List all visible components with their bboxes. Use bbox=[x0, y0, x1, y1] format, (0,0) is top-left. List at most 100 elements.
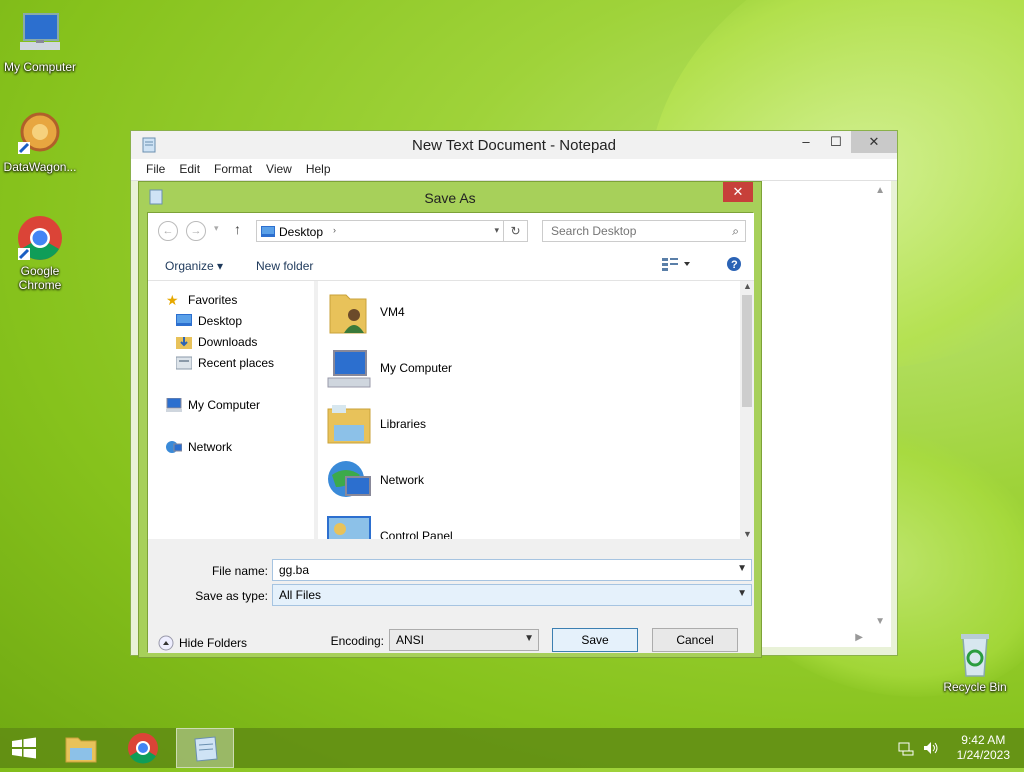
desktop-icon-recycle-bin[interactable]: Recycle Bin bbox=[935, 630, 1015, 694]
scroll-right-icon[interactable]: ▶ bbox=[855, 632, 863, 643]
scroll-up-icon[interactable]: ▲ bbox=[875, 185, 885, 196]
nav-network[interactable]: Network bbox=[166, 440, 232, 454]
desktop-icon-label: DataWagon... bbox=[3, 160, 77, 174]
notepad-text-area[interactable]: ▲ ▼ ▶ bbox=[761, 181, 891, 647]
up-arrow-icon[interactable]: ↑ bbox=[234, 221, 241, 237]
scroll-down-icon[interactable]: ▼ bbox=[875, 616, 885, 627]
libraries-icon bbox=[326, 401, 372, 447]
menu-format[interactable]: Format bbox=[207, 159, 259, 180]
notepad-title: New Text Document - Notepad bbox=[412, 137, 616, 154]
save-type-label: Save as type: bbox=[195, 589, 268, 603]
view-options-icon[interactable] bbox=[662, 257, 692, 274]
recent-places-icon bbox=[175, 356, 193, 370]
close-button[interactable]: ✕ bbox=[851, 131, 897, 153]
nav-recent-places[interactable]: Recent places bbox=[175, 356, 274, 370]
clock-date: 1/24/2023 bbox=[956, 748, 1010, 762]
notepad-menubar: File Edit Format View Help bbox=[131, 159, 897, 181]
refresh-button[interactable]: ↻ bbox=[504, 220, 528, 242]
search-box[interactable]: ⌕ bbox=[542, 220, 746, 242]
vertical-scrollbar[interactable]: ▲ ▼ bbox=[740, 281, 754, 539]
chevron-down-icon[interactable]: ▼ bbox=[737, 588, 747, 599]
address-row: ← → ▾ ↑ Desktop › ▾ ↻ ⌕ bbox=[148, 213, 754, 249]
save-type-value: All Files bbox=[279, 588, 322, 602]
downloads-icon bbox=[176, 335, 192, 349]
hide-folders-button[interactable]: Hide Folders bbox=[158, 635, 247, 651]
list-item-network[interactable]: Network bbox=[326, 457, 424, 503]
volume-icon[interactable] bbox=[922, 740, 940, 759]
encoding-select[interactable]: ANSI ▼ bbox=[389, 629, 539, 651]
save-button[interactable]: Save bbox=[552, 628, 638, 652]
menu-help[interactable]: Help bbox=[299, 159, 338, 180]
search-input[interactable] bbox=[543, 221, 713, 241]
chevron-down-icon[interactable]: ▼ bbox=[524, 633, 534, 644]
notepad-titlebar[interactable]: New Text Document - Notepad – ☐ ✕ bbox=[131, 131, 897, 159]
list-item-libraries[interactable]: Libraries bbox=[326, 401, 426, 447]
recent-locations-icon[interactable]: ▾ bbox=[214, 223, 219, 234]
minimize-button[interactable]: – bbox=[791, 131, 821, 153]
svg-text:?: ? bbox=[731, 259, 738, 271]
maximize-button[interactable]: ☐ bbox=[821, 131, 851, 153]
nav-label: Downloads bbox=[198, 335, 258, 349]
organize-button[interactable]: Organize ▾ bbox=[165, 259, 223, 273]
taskbar-chrome[interactable] bbox=[114, 728, 172, 768]
taskbar: 9:42 AM 1/24/2023 bbox=[0, 728, 1024, 768]
list-item-label: Network bbox=[380, 473, 425, 487]
scrollbar-thumb[interactable] bbox=[742, 295, 752, 407]
save-as-titlebar[interactable]: Save As ✕ bbox=[139, 182, 761, 212]
nav-label: Favorites bbox=[188, 293, 238, 307]
save-as-title: Save As bbox=[424, 190, 476, 206]
chevron-up-icon bbox=[158, 635, 174, 651]
save-type-select[interactable]: All Files ▼ bbox=[272, 584, 752, 606]
chrome-icon bbox=[128, 733, 158, 764]
save-fields: File name: gg.ba ▼ Save as type: All Fil… bbox=[148, 539, 754, 653]
recycle-bin-icon bbox=[951, 630, 999, 678]
address-bar[interactable]: Desktop › ▾ bbox=[256, 220, 504, 242]
nav-downloads[interactable]: Downloads bbox=[176, 335, 257, 349]
desktop-icon-label: Google Chrome bbox=[18, 264, 62, 292]
computer-icon bbox=[166, 397, 182, 412]
taskbar-notepad[interactable] bbox=[176, 728, 234, 768]
chevron-down-icon[interactable]: ▼ bbox=[737, 563, 747, 574]
desktop-icon-my-computer[interactable]: My Computer bbox=[0, 10, 80, 74]
list-item-control-panel[interactable]: Control Panel bbox=[326, 513, 453, 539]
scroll-down-icon[interactable]: ▼ bbox=[743, 529, 752, 539]
desktop-icon bbox=[176, 314, 192, 328]
desktop-icon-chrome[interactable]: Google Chrome bbox=[0, 214, 80, 292]
menu-view[interactable]: View bbox=[259, 159, 299, 180]
list-item-label: VM4 bbox=[380, 305, 405, 319]
menu-edit[interactable]: Edit bbox=[172, 159, 207, 180]
new-folder-button[interactable]: New folder bbox=[256, 259, 313, 273]
close-button[interactable]: ✕ bbox=[723, 182, 753, 202]
start-button[interactable] bbox=[0, 728, 58, 768]
help-icon[interactable]: ? bbox=[726, 256, 742, 275]
network-tray-icon[interactable] bbox=[898, 740, 914, 759]
computer-icon bbox=[326, 345, 372, 391]
desktop-icon-datawagon[interactable]: DataWagon... bbox=[0, 110, 80, 174]
search-icon[interactable]: ⌕ bbox=[732, 224, 739, 239]
list-item-label: Libraries bbox=[380, 417, 427, 431]
scroll-up-icon[interactable]: ▲ bbox=[743, 281, 752, 291]
forward-button[interactable]: → bbox=[186, 221, 206, 241]
nav-my-computer[interactable]: My Computer bbox=[166, 397, 260, 412]
datawagon-icon bbox=[16, 110, 64, 158]
list-item-label: Control Panel bbox=[380, 529, 453, 539]
encoding-value: ANSI bbox=[396, 633, 425, 647]
encoding-label: Encoding: bbox=[330, 634, 384, 648]
notepad-icon bbox=[194, 736, 218, 762]
file-name-value: gg.ba bbox=[279, 563, 310, 577]
breadcrumb-chevron-icon[interactable]: › bbox=[333, 225, 336, 235]
cancel-button[interactable]: Cancel bbox=[652, 628, 738, 652]
clock[interactable]: 9:42 AM 1/24/2023 bbox=[957, 733, 1010, 763]
network-icon bbox=[326, 457, 372, 503]
chevron-down-icon[interactable]: ▾ bbox=[494, 225, 499, 236]
chrome-icon bbox=[16, 214, 64, 262]
nav-favorites[interactable]: ★ Favorites bbox=[166, 293, 237, 307]
clock-time: 9:42 AM bbox=[961, 733, 1006, 747]
menu-file[interactable]: File bbox=[139, 159, 172, 180]
taskbar-file-explorer[interactable] bbox=[52, 728, 110, 768]
list-item-vm4[interactable]: VM4 bbox=[326, 289, 405, 335]
list-item-my-computer[interactable]: My Computer bbox=[326, 345, 452, 391]
nav-desktop[interactable]: Desktop bbox=[176, 314, 242, 328]
file-name-input[interactable]: gg.ba ▼ bbox=[272, 559, 752, 581]
back-button[interactable]: ← bbox=[158, 221, 178, 241]
